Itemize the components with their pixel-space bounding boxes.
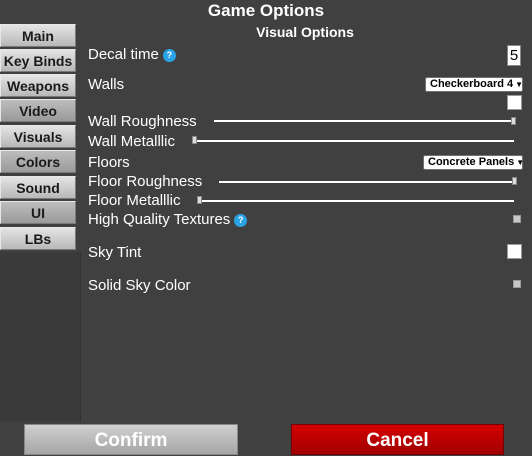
wall-metallic-slider-knob[interactable]	[192, 136, 197, 144]
section-title: Visual Options	[256, 24, 354, 40]
decal-time-input[interactable]: 5	[507, 45, 521, 66]
floor-metallic-slider-track[interactable]	[197, 200, 514, 202]
cancel-button[interactable]: Cancel	[291, 424, 504, 455]
walls-label: Walls	[88, 76, 125, 93]
wall-roughness-slider-track[interactable]	[214, 120, 516, 122]
window-title: Game Options	[207, 1, 325, 20]
floors-label: Floors	[88, 154, 130, 171]
tab-key-binds[interactable]: Key Binds	[0, 49, 76, 72]
hq-textures-checkbox[interactable]	[513, 215, 521, 223]
chevron-down-icon: ▼	[515, 80, 524, 89]
floors-dropdown[interactable]: Concrete Panels ▼	[423, 155, 525, 170]
help-icon[interactable]: ?	[234, 214, 248, 227]
walls-checkbox[interactable]	[507, 95, 522, 110]
sidebar-empty-area	[0, 252, 81, 422]
wall-roughness-slider-knob[interactable]	[511, 117, 516, 125]
tab-weapons[interactable]: Weapons	[0, 74, 76, 97]
sky-tint-checkbox[interactable]	[507, 244, 522, 259]
tab-colors[interactable]: Colors	[0, 150, 76, 173]
floor-roughness-label: Floor Roughness	[88, 173, 203, 190]
hq-textures-label: High Quality Textures	[88, 211, 231, 228]
wall-metallic-slider-track[interactable]	[192, 140, 514, 142]
tab-visuals[interactable]: Visuals	[0, 125, 76, 148]
floor-metallic-slider-knob[interactable]	[197, 196, 202, 204]
wall-metallic-label: Wall Metalllic	[88, 133, 175, 150]
walls-selected-value: Checkerboard 4	[430, 78, 514, 90]
solid-sky-color-checkbox[interactable]	[513, 280, 521, 288]
decal-time-row: Decal time?	[88, 46, 176, 63]
floor-roughness-slider-track[interactable]	[219, 181, 517, 183]
hq-textures-row: High Quality Textures?	[88, 211, 248, 228]
walls-dropdown[interactable]: Checkerboard 4 ▼	[425, 77, 523, 92]
tab-main[interactable]: Main	[0, 24, 76, 47]
wall-roughness-label: Wall Roughness	[88, 113, 197, 130]
tab-lbs[interactable]: LBs	[0, 227, 76, 250]
tab-sound[interactable]: Sound	[0, 176, 76, 199]
tab-video[interactable]: Video	[0, 99, 76, 122]
floors-selected-value: Concrete Panels	[428, 156, 515, 168]
sky-tint-label: Sky Tint	[88, 244, 142, 261]
help-icon[interactable]: ?	[162, 49, 176, 62]
confirm-button[interactable]: Confirm	[24, 424, 238, 455]
decal-time-label: Decal time	[88, 46, 159, 63]
solid-sky-color-label: Solid Sky Color	[88, 277, 191, 294]
floor-roughness-slider-knob[interactable]	[512, 177, 517, 185]
chevron-down-icon: ▼	[516, 158, 525, 167]
floor-metallic-label: Floor Metalllic	[88, 192, 181, 209]
tab-ui[interactable]: UI	[0, 201, 76, 224]
